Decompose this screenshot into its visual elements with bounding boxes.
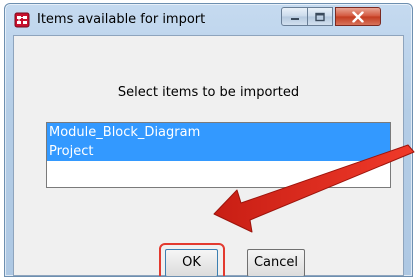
items-listbox[interactable]: Module_Block_Diagram Project bbox=[46, 122, 391, 188]
instruction-label: Select items to be imported bbox=[117, 85, 300, 100]
minimize-icon bbox=[290, 17, 299, 20]
dialog-body: Select items to be imported Module_Block… bbox=[13, 35, 404, 276]
minimize-button[interactable] bbox=[281, 7, 308, 26]
close-icon bbox=[352, 11, 364, 22]
import-dialog-window: Items available for import Select items … bbox=[4, 3, 413, 277]
close-button[interactable] bbox=[335, 7, 381, 26]
maximize-icon bbox=[315, 12, 325, 21]
list-item[interactable]: Module_Block_Diagram bbox=[47, 123, 390, 142]
title-bar[interactable]: Items available for import bbox=[5, 4, 412, 34]
window-title: Items available for import bbox=[37, 12, 206, 27]
maximize-button[interactable] bbox=[307, 7, 333, 26]
app-icon bbox=[14, 12, 30, 28]
list-item[interactable]: Project bbox=[47, 142, 390, 161]
